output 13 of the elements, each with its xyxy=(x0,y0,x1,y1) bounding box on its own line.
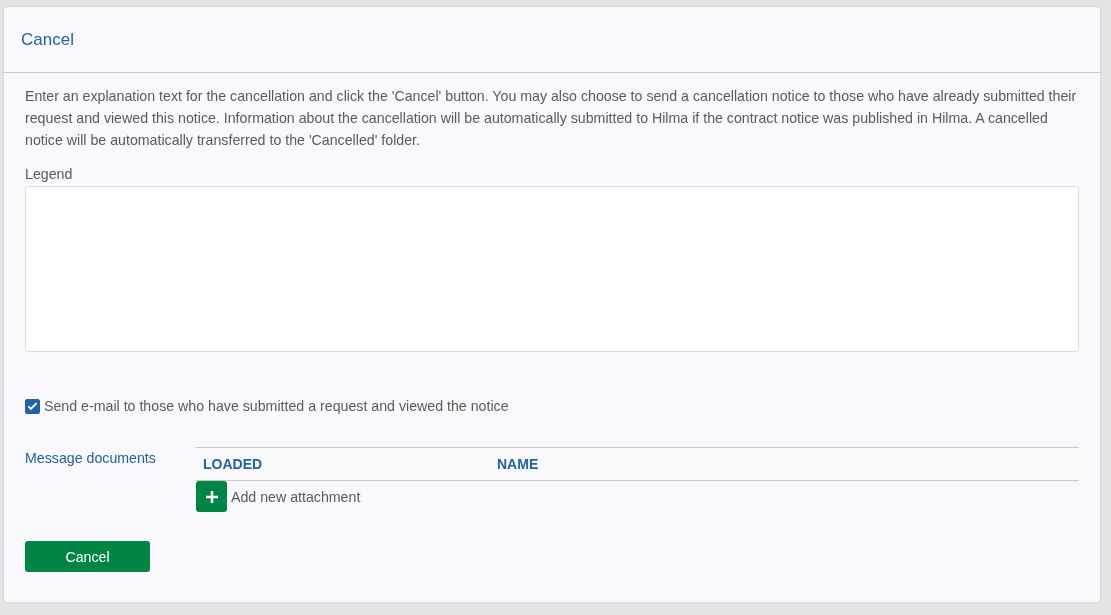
legend-label: Legend xyxy=(25,166,74,182)
add-attachment-button[interactable] xyxy=(196,481,227,512)
add-attachment-label: Add new attachment xyxy=(231,488,361,505)
legend-field[interactable] xyxy=(25,186,1079,352)
dialog-title: Cancel xyxy=(21,29,74,50)
email-checkbox[interactable] xyxy=(25,398,40,414)
column-header: LOADED xyxy=(202,456,264,472)
plus-icon xyxy=(204,489,219,504)
email-checkbox-label: Send e-mail to those who have submitted a request and viewed the notice xyxy=(44,398,509,414)
cancel-button[interactable]: Cancel xyxy=(25,541,150,572)
documents-label: Message documents xyxy=(25,449,157,468)
instructions-text: Enter an explanation text for the cancellation and click the 'Cancel' button. You may also choose to send a cancellation notice to those who have already submitted their request and viewed this notice. Information about the cancellation will be automatically submitted to Hilma if the contract notice was published in Hilma. A cancelled notice will be automatically transferred to the 'Cancelled' folder. xyxy=(25,87,1078,150)
column-header: NAME xyxy=(497,456,539,472)
